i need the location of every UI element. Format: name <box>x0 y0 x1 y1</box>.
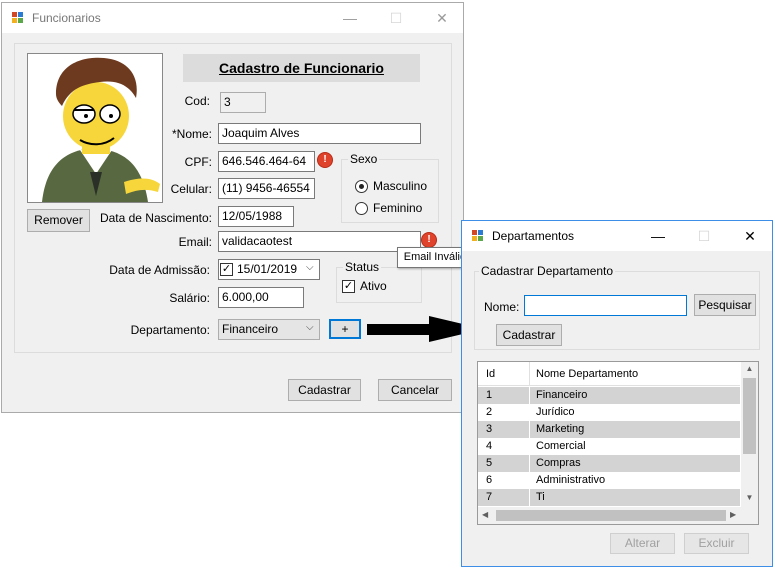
form-header: Cadastro de Funcionario <box>183 54 420 82</box>
admissao-value: 15/01/2019 <box>237 262 298 276</box>
feminino-label[interactable]: Feminino <box>373 201 422 215</box>
nome-field[interactable]: Joaquim Alves <box>218 123 421 144</box>
feminino-radio[interactable] <box>355 202 368 215</box>
scroll-hthumb[interactable] <box>496 510 726 521</box>
ativo-label[interactable]: Ativo <box>360 279 387 293</box>
row-nome: Marketing <box>536 423 585 435</box>
row-id: 4 <box>486 440 493 452</box>
excluir-button[interactable]: Excluir <box>684 533 749 554</box>
scroll-thumb[interactable] <box>743 378 756 454</box>
row-id: 7 <box>486 491 493 503</box>
departamentos-grid: Id Nome Departamento 1 Financeiro 2 Jurí… <box>477 361 759 525</box>
row-nome: Ti <box>536 491 545 503</box>
table-row[interactable]: 1 Financeiro <box>478 387 740 404</box>
departamento-value: Financeiro <box>222 322 279 336</box>
minimize-icon[interactable]: — <box>646 225 670 247</box>
table-row[interactable]: 5 Compras <box>478 455 740 472</box>
nascimento-label: Data de Nascimento: <box>99 211 212 225</box>
add-departamento-button[interactable]: + <box>329 319 361 339</box>
grid-header: Id Nome Departamento <box>478 362 740 386</box>
nome-label: Nome: <box>484 300 520 314</box>
cadastrar-button[interactable]: Cadastrar <box>288 379 361 401</box>
ativo-checkbox[interactable]: ✓ <box>342 280 355 293</box>
table-row[interactable]: 4 Comercial <box>478 438 740 455</box>
departamento-select[interactable]: Financeiro <box>218 319 320 340</box>
table-row[interactable]: 7 Ti <box>478 489 740 506</box>
cpf-error-icon[interactable]: ! <box>318 153 332 167</box>
row-id: 1 <box>486 389 493 401</box>
row-nome: Financeiro <box>536 389 588 401</box>
admissao-datepicker[interactable]: 15/01/2019 <box>218 259 320 280</box>
table-row[interactable]: 6 Administrativo <box>478 472 740 489</box>
row-divider <box>529 387 530 506</box>
departamento-dropdown-icon[interactable]: ⌵ <box>306 322 314 333</box>
table-row[interactable]: 3 Marketing <box>478 421 740 438</box>
email-label: Email: <box>178 235 212 249</box>
email-error-icon[interactable]: ! <box>422 233 436 247</box>
departamento-label: Departamento: <box>130 323 210 337</box>
row-nome: Jurídico <box>536 406 575 418</box>
pesquisar-button[interactable]: Pesquisar <box>694 294 756 316</box>
email-field[interactable]: validacaotest <box>218 231 421 252</box>
window-title: Departamentos <box>492 229 575 243</box>
admissao-checkbox[interactable]: ✓ <box>220 263 233 276</box>
close-icon[interactable]: ✕ <box>738 225 762 247</box>
funcionarios-titlebar[interactable]: Funcionarios — ☐ ✕ <box>2 3 463 33</box>
col-nome-header[interactable]: Nome Departamento <box>536 368 638 380</box>
departamentos-titlebar[interactable]: Departamentos — ☐ ✕ <box>462 221 772 251</box>
maximize-icon[interactable]: ☐ <box>692 225 716 247</box>
nascimento-field[interactable]: 12/05/1988 <box>218 206 294 227</box>
cpf-field[interactable]: 646.546.464-64 <box>218 151 315 172</box>
form-title: Cadastro de Funcionario <box>219 60 384 76</box>
app-icon <box>472 230 484 242</box>
col-divider <box>529 362 530 386</box>
remover-button[interactable]: Remover <box>27 209 90 232</box>
row-id: 3 <box>486 423 493 435</box>
cod-field: 3 <box>220 92 266 113</box>
masculino-label[interactable]: Masculino <box>373 179 427 193</box>
app-icon <box>12 12 24 24</box>
funcionarios-window: Funcionarios — ☐ ✕ Remover Cadastro de F… <box>1 2 464 413</box>
nome-label: *Nome: <box>171 127 212 141</box>
scroll-down-icon[interactable]: ▼ <box>741 493 758 502</box>
maximize-icon[interactable]: ☐ <box>384 7 408 29</box>
horizontal-scrollbar[interactable]: ◀ ▶ <box>478 507 758 524</box>
scroll-up-icon[interactable]: ▲ <box>741 364 758 373</box>
scroll-left-icon[interactable]: ◀ <box>482 510 488 519</box>
col-id-header[interactable]: Id <box>486 368 495 380</box>
admissao-label: Data de Admissão: <box>109 263 210 277</box>
vertical-scrollbar[interactable]: ▲ ▼ <box>741 362 758 507</box>
scroll-right-icon[interactable]: ▶ <box>730 510 736 519</box>
row-id: 2 <box>486 406 493 418</box>
cadastrar-departamento-button[interactable]: Cadastrar <box>496 324 562 346</box>
row-nome: Administrativo <box>536 474 606 486</box>
status-title: Status <box>343 260 382 274</box>
table-row[interactable]: 2 Jurídico <box>478 404 740 421</box>
row-id: 5 <box>486 457 493 469</box>
row-nome: Comercial <box>536 440 586 452</box>
masculino-radio[interactable] <box>355 180 368 193</box>
alterar-button[interactable]: Alterar <box>610 533 675 554</box>
salario-field[interactable]: 6.000,00 <box>218 287 304 308</box>
cod-label: Cod: <box>184 94 210 108</box>
admissao-dropdown-icon[interactable]: ⌵ <box>306 262 314 273</box>
row-nome: Compras <box>536 457 581 469</box>
salario-label: Salário: <box>169 291 210 305</box>
close-icon[interactable]: ✕ <box>430 7 454 29</box>
departamentos-window: Departamentos — ☐ ✕ Cadastrar Departamen… <box>461 220 773 567</box>
sexo-title: Sexo <box>348 152 380 166</box>
minimize-icon[interactable]: — <box>338 7 362 29</box>
cancelar-button[interactable]: Cancelar <box>378 379 452 401</box>
celular-label: Celular: <box>170 182 212 196</box>
window-title: Funcionarios <box>32 11 101 25</box>
departamento-nome-input[interactable] <box>524 295 687 316</box>
celular-field[interactable]: (11) 9456-46554 <box>218 178 315 199</box>
cadastrar-departamento-title: Cadastrar Departamento <box>479 264 616 278</box>
cpf-label: CPF: <box>184 155 212 169</box>
employee-photo <box>27 53 163 203</box>
row-id: 6 <box>486 474 493 486</box>
